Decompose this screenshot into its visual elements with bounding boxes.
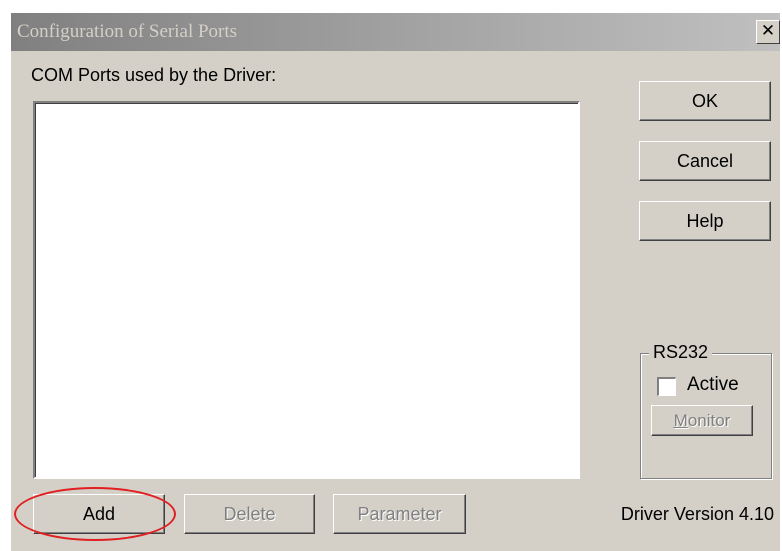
driver-version-label: Driver Version 4.10 <box>620 504 774 524</box>
title-bar[interactable]: Configuration of Serial Ports ✕ <box>11 13 780 51</box>
ok-button[interactable]: OK <box>639 81 771 121</box>
active-checkbox[interactable] <box>657 377 676 396</box>
active-checkbox-label: Active <box>687 374 739 395</box>
monitor-button: Monitor <box>651 405 753 436</box>
delete-button: Delete <box>184 494 315 534</box>
rs232-group-label: RS232 <box>649 342 713 363</box>
cancel-button[interactable]: Cancel <box>639 141 771 181</box>
monitor-accelerator-letter: M <box>673 411 688 430</box>
com-ports-listbox[interactable] <box>33 101 580 479</box>
add-button-highlight-annotation <box>14 487 176 541</box>
window-title: Configuration of Serial Ports <box>17 21 238 42</box>
close-icon[interactable]: ✕ <box>756 20 780 44</box>
monitor-button-label: onitor <box>687 411 731 430</box>
help-button[interactable]: Help <box>639 201 771 241</box>
configuration-dialog: Configuration of Serial Ports ✕ COM Port… <box>10 12 780 551</box>
ports-list-label: COM Ports used by the Driver: <box>31 65 277 85</box>
parameter-button: Parameter <box>333 494 466 534</box>
rs232-groupbox: RS232 Active Monitor <box>640 342 772 479</box>
